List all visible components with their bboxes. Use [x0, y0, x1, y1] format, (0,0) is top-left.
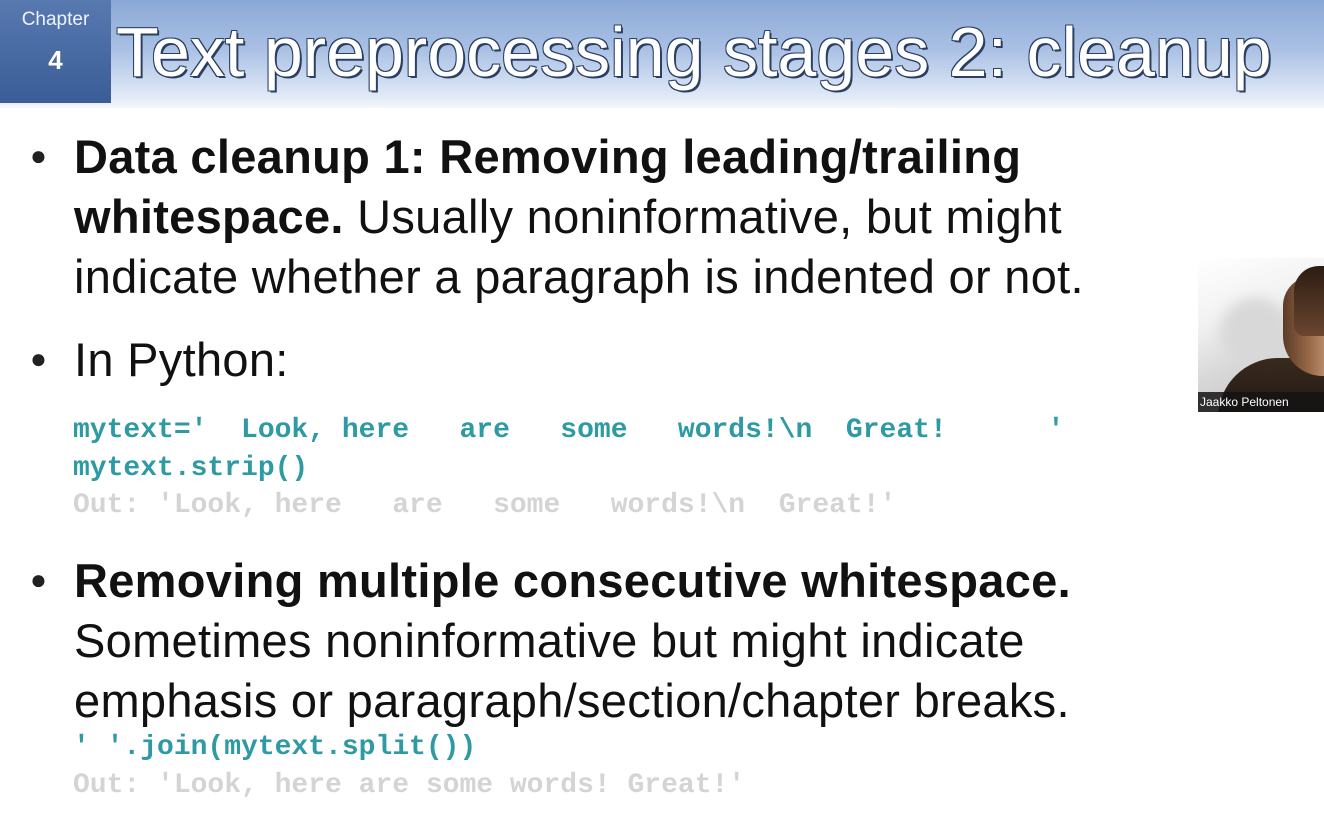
chapter-box: Chapter 4: [0, 0, 111, 103]
bullet-1-line-2: whitespace. Usually noninformative, but …: [74, 187, 1214, 247]
bullet-dot: ●: [30, 343, 47, 374]
slide-title: Text preprocessing stages 2: cleanup: [116, 13, 1272, 91]
code-strip-output: Out: 'Look, here are some words!\n Great…: [73, 490, 897, 521]
bullet-dot: ●: [30, 564, 47, 595]
chapter-number: 4: [48, 45, 63, 75]
code-join-call: ' '.join(mytext.split()): [73, 732, 477, 763]
bullet-1-bold-1: Data cleanup 1: Removing leading/trailin…: [74, 130, 1022, 183]
chapter-label: Chapter: [21, 9, 90, 30]
bullet-3-line-1: Removing multiple consecutive whitespace…: [74, 551, 1214, 611]
participant-hair: [1294, 266, 1324, 336]
bullet-3-line-3: emphasis or paragraph/section/chapter br…: [74, 674, 1070, 727]
code-strip-call: mytext.strip(): [73, 453, 309, 484]
bullet-dot: ●: [30, 140, 47, 171]
participant-video[interactable]: Jaakko Peltonen: [1198, 258, 1324, 412]
code-join-output: Out: 'Look, here are some words! Great!': [73, 770, 746, 801]
bullet-1-rest: Usually noninformative, but might: [343, 190, 1062, 243]
participant-name: Jaakko Peltonen: [1198, 392, 1324, 412]
bullet-1-bold-2: whitespace.: [74, 190, 344, 243]
bullet-2-text: In Python:: [74, 333, 289, 386]
bullet-3-line-2: Sometimes noninformative but might indic…: [74, 614, 1025, 667]
bullet-1-line-3: indicate whether a paragraph is indented…: [74, 250, 1084, 303]
bullet-3-bold: Removing multiple consecutive whitespace…: [74, 554, 1071, 607]
bullet-1-line-1: Data cleanup 1: Removing leading/trailin…: [74, 127, 1214, 187]
slide-header: Chapter 4 Text preprocessing stages 2: c…: [0, 0, 1324, 108]
code-strip-assign: mytext=' Look, here are some words!\n Gr…: [73, 415, 1065, 446]
